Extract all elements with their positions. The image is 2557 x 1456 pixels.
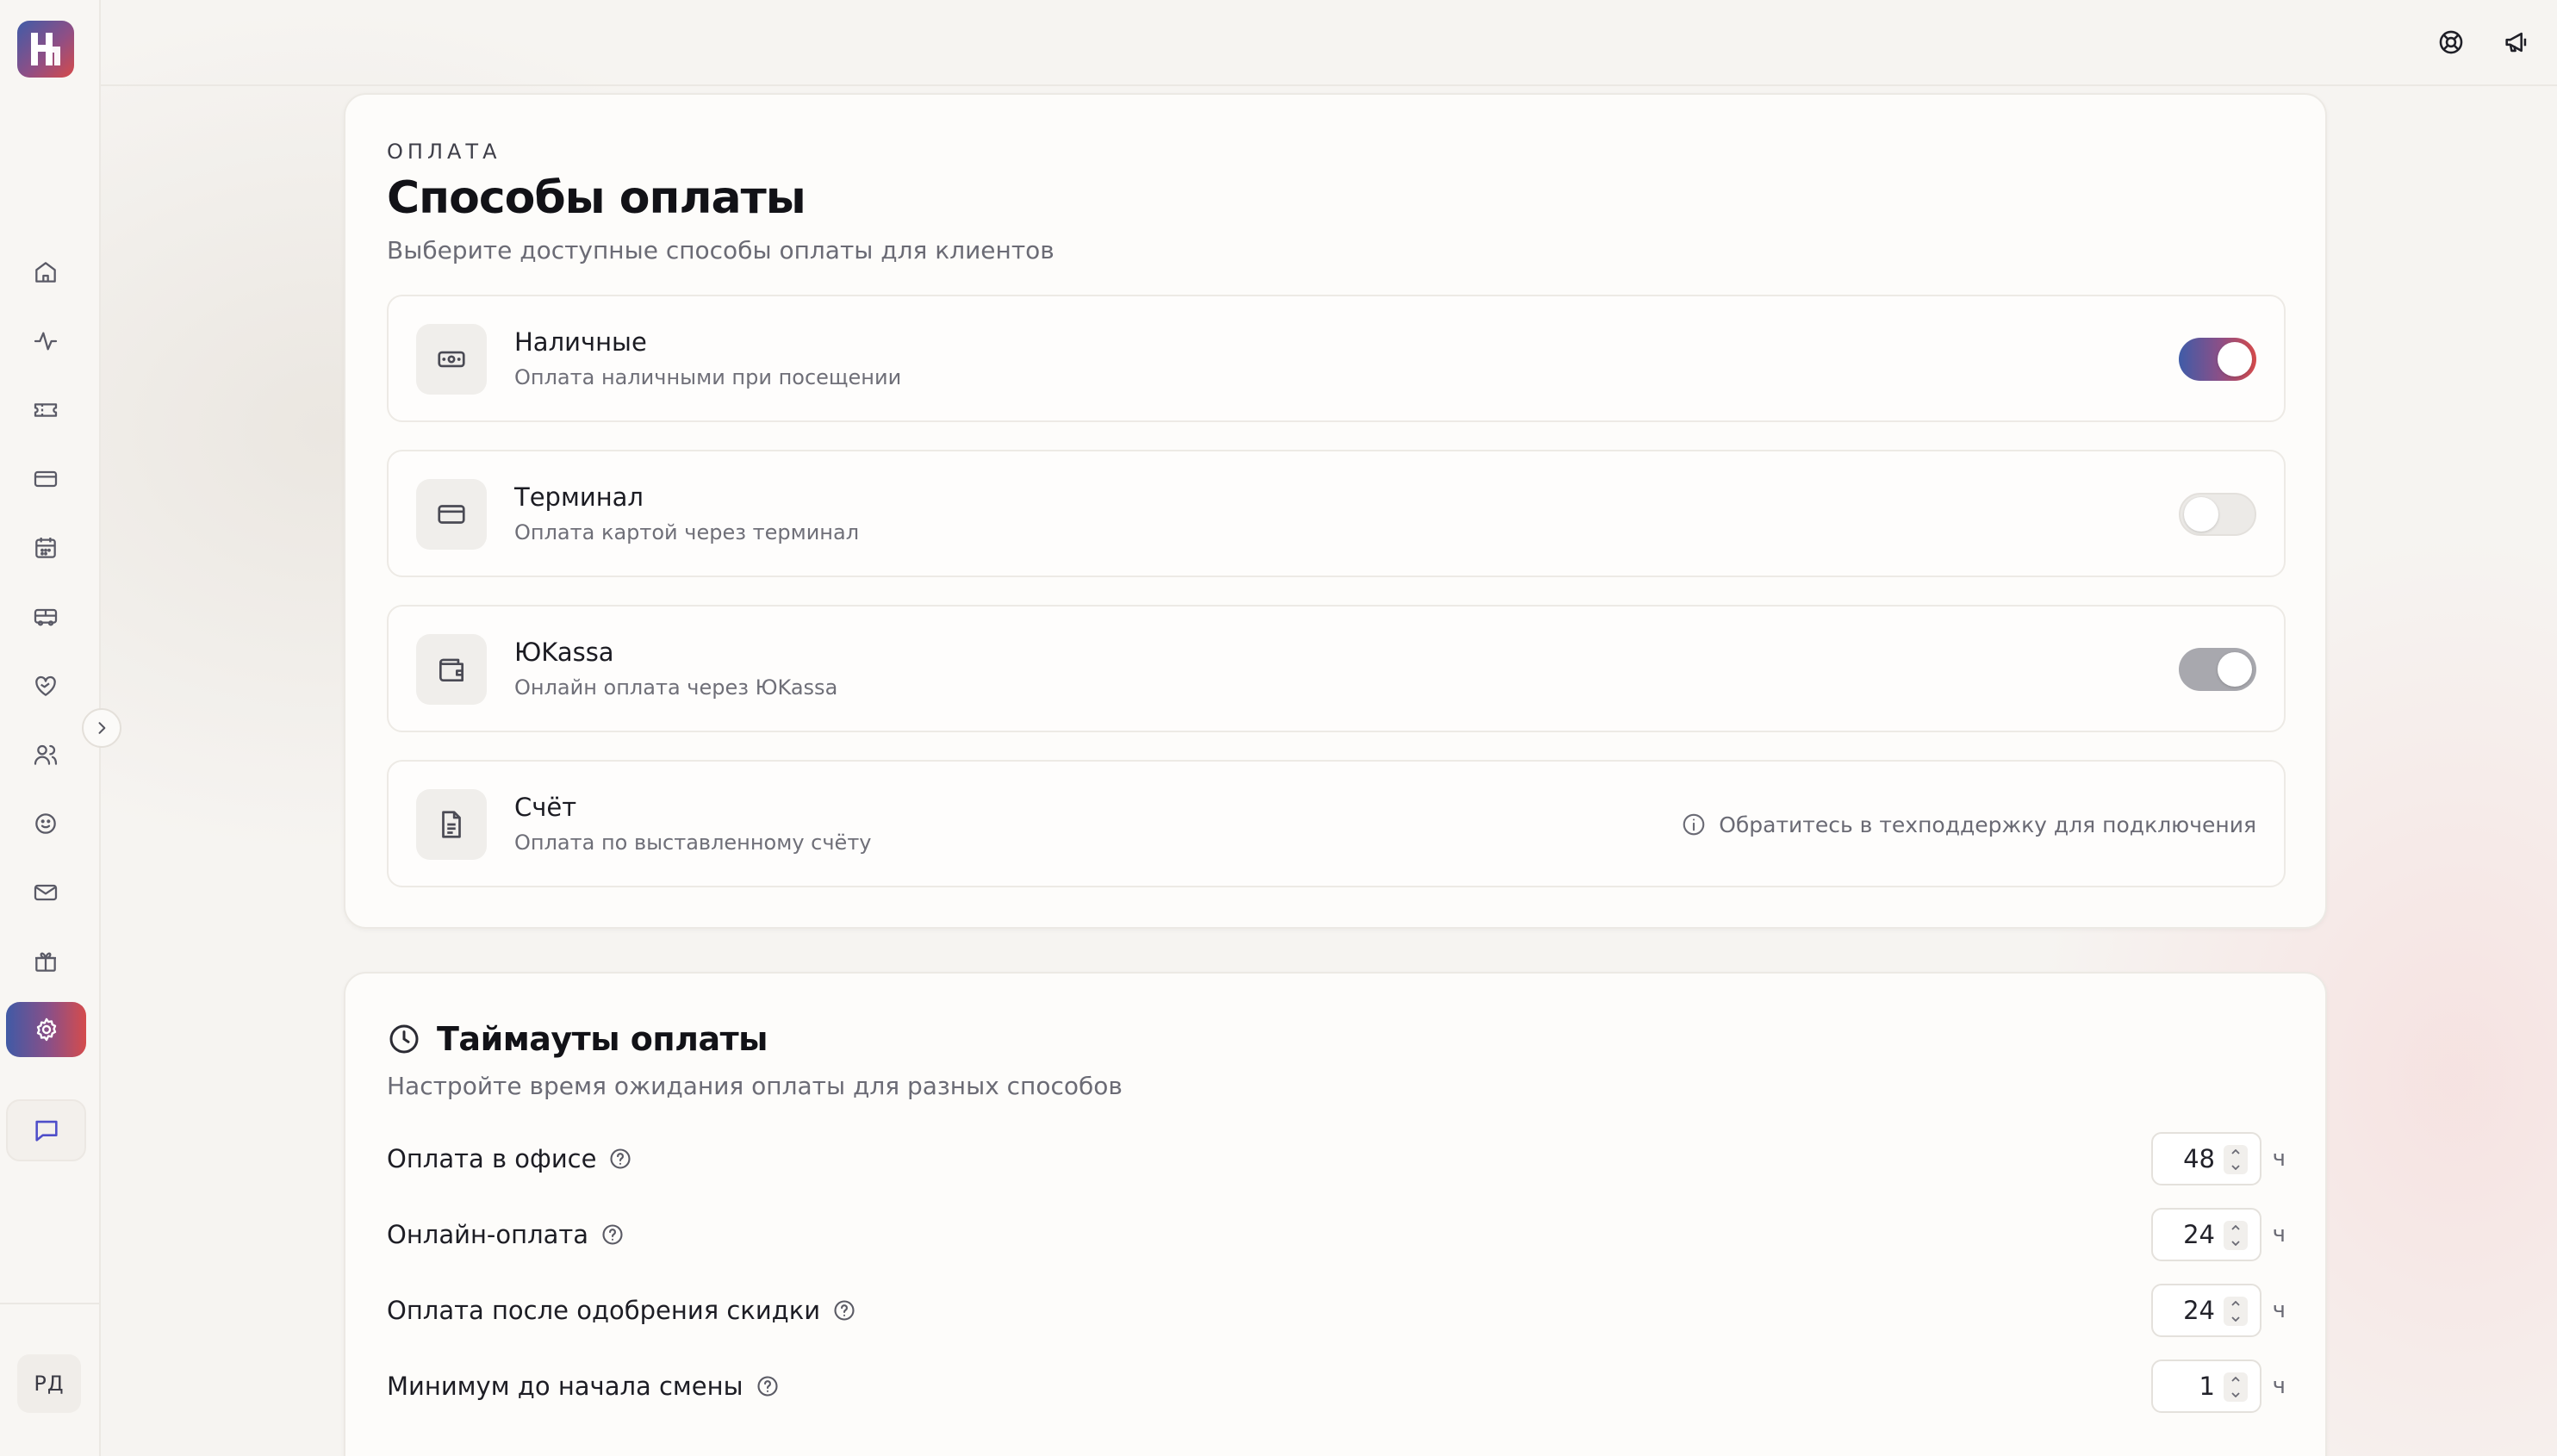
chat-button[interactable] <box>6 1099 86 1161</box>
sidebar-expand-button[interactable] <box>82 708 121 748</box>
help-icon[interactable] <box>832 1298 856 1322</box>
topbar <box>101 0 2557 86</box>
method-title: Терминал <box>514 482 644 512</box>
announcements-icon[interactable] <box>2497 22 2536 62</box>
page-subtitle: Выберите доступные способы оплаты для кл… <box>387 236 1055 264</box>
yookassa-toggle[interactable] <box>2179 648 2256 691</box>
payment-methods-card: ОПЛАТА Способы оплаты Выберите доступные… <box>344 93 2327 929</box>
payment-method-yookassa: ЮKassa Онлайн оплата через ЮKassa <box>387 605 2286 732</box>
stepper-icon[interactable] <box>2224 1221 2248 1250</box>
activity-icon[interactable] <box>26 321 65 361</box>
page-title: Способы оплаты <box>387 172 806 224</box>
stepper-icon[interactable] <box>2224 1145 2248 1174</box>
app-root: РД ОПЛАТА Способы оплаты Выберите доступ… <box>0 0 2557 1456</box>
bus-icon[interactable] <box>26 597 65 637</box>
settings-icon[interactable] <box>6 1002 86 1057</box>
method-description: Оплата картой через терминал <box>514 520 860 544</box>
method-description: Оплата по выставленному счёту <box>514 831 872 855</box>
section-eyebrow: ОПЛАТА <box>387 140 501 164</box>
help-icon[interactable] <box>608 1147 632 1171</box>
terminal-toggle[interactable] <box>2179 493 2256 536</box>
ticket-icon[interactable] <box>26 390 65 430</box>
method-title: ЮKassa <box>514 638 614 667</box>
method-title: Счёт <box>514 793 577 822</box>
unit-label: ч <box>2272 1222 2286 1248</box>
timeouts-subtitle: Настройте время ожидания оплаты для разн… <box>387 1072 1123 1100</box>
stepper-icon[interactable] <box>2224 1297 2248 1326</box>
timeout-row-online: Онлайн-оплата 24 ч <box>387 1208 2286 1263</box>
support-note: Обратитесь в техподдержку для подключени… <box>1681 812 2256 837</box>
discount-timeout-input[interactable]: 24 <box>2151 1284 2261 1337</box>
users-icon[interactable] <box>26 735 65 775</box>
home-icon[interactable] <box>26 252 65 292</box>
unit-label: ч <box>2272 1373 2286 1399</box>
chevron-right-icon <box>98 722 106 734</box>
shift-start-timeout-input[interactable]: 1 <box>2151 1360 2261 1413</box>
timeout-label: Оплата в офисе <box>387 1144 597 1173</box>
payment-method-invoice: Счёт Оплата по выставленному счёту Обрат… <box>387 760 2286 887</box>
user-avatar[interactable]: РД <box>17 1354 81 1413</box>
payment-method-cash: Наличные Оплата наличными при посещении <box>387 295 2286 422</box>
cash-icon <box>416 324 487 395</box>
calendar-icon[interactable] <box>26 528 65 568</box>
timeouts-header: Таймауты оплаты <box>387 1020 768 1058</box>
support-icon[interactable] <box>2431 22 2471 62</box>
info-icon <box>1683 813 1705 836</box>
logo-mark-icon <box>31 33 60 65</box>
online-timeout-input[interactable]: 24 <box>2151 1208 2261 1261</box>
heart-handshake-icon[interactable] <box>26 666 65 706</box>
method-description: Онлайн оплата через ЮKassa <box>514 675 838 700</box>
method-description: Оплата наличными при посещении <box>514 365 902 389</box>
unit-label: ч <box>2272 1297 2286 1323</box>
timeout-row-shift-start: Минимум до начала смены 1 ч <box>387 1360 2286 1415</box>
timeout-label: Оплата после одобрения скидки <box>387 1296 821 1325</box>
wallet-icon <box>416 634 487 705</box>
card-icon[interactable] <box>26 459 65 499</box>
chat-icon <box>34 1120 58 1142</box>
gift-icon[interactable] <box>26 942 65 981</box>
cash-toggle[interactable] <box>2179 338 2256 381</box>
unit-label: ч <box>2272 1146 2286 1172</box>
method-title: Наличные <box>514 327 647 357</box>
app-logo[interactable] <box>17 21 74 78</box>
mail-icon[interactable] <box>26 873 65 912</box>
office-timeout-input[interactable]: 48 <box>2151 1132 2261 1185</box>
help-icon[interactable] <box>756 1374 780 1398</box>
timeout-row-discount: Оплата после одобрения скидки 24 ч <box>387 1284 2286 1339</box>
timeout-row-office: Оплата в офисе 48 ч <box>387 1132 2286 1187</box>
stepper-icon[interactable] <box>2224 1372 2248 1402</box>
document-icon <box>416 789 487 860</box>
payment-method-terminal: Терминал Оплата картой через терминал <box>387 450 2286 577</box>
timeout-label: Онлайн-оплата <box>387 1220 589 1249</box>
card-icon <box>416 479 487 550</box>
payment-timeouts-card: Таймауты оплаты Настройте время ожидания… <box>344 972 2327 1456</box>
clock-icon <box>389 1024 419 1054</box>
help-icon[interactable] <box>600 1223 625 1247</box>
smile-icon[interactable] <box>26 804 65 843</box>
support-note-text: Обратитесь в техподдержку для подключени… <box>1719 812 2256 837</box>
timeout-label: Минимум до начала смены <box>387 1372 743 1401</box>
timeouts-title: Таймауты оплаты <box>437 1020 768 1058</box>
